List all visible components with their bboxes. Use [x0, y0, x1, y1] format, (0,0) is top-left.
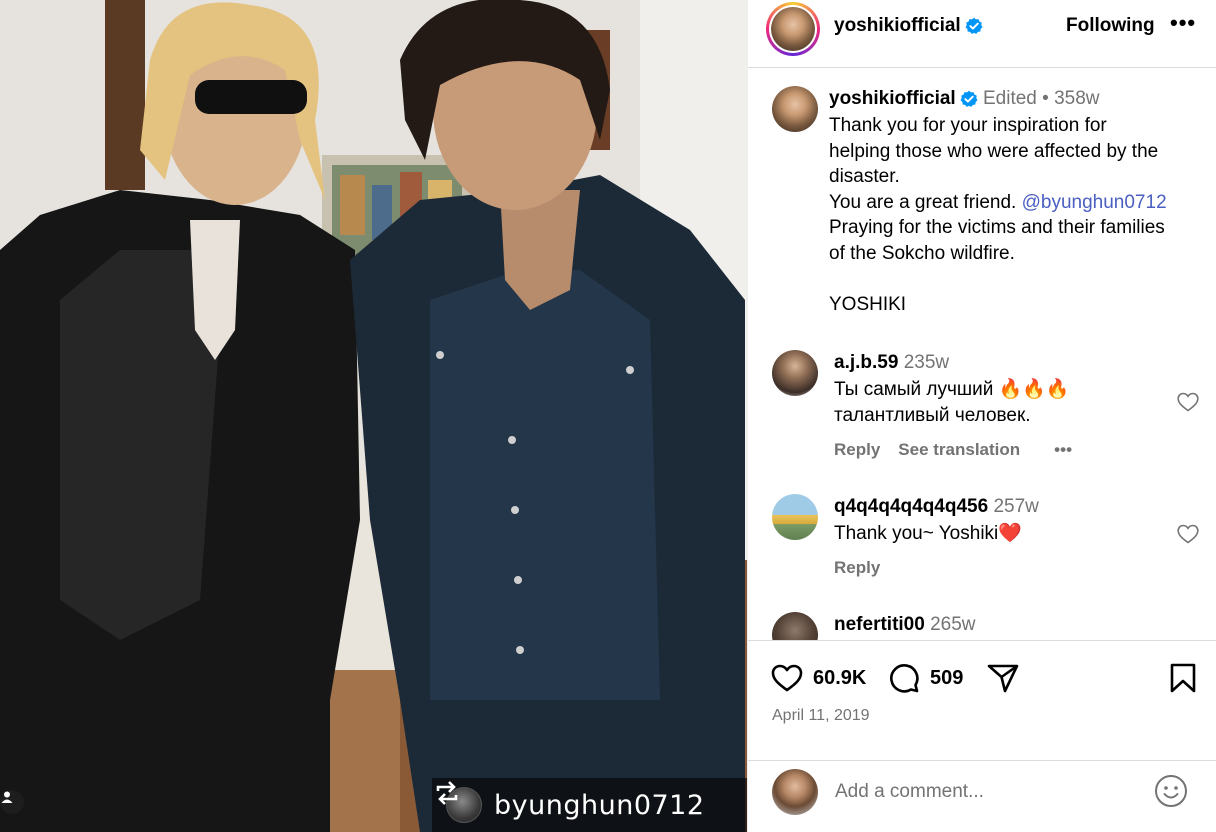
see-translation-button[interactable]: See translation — [898, 440, 1020, 459]
comment-more-icon[interactable]: ••• — [1054, 440, 1072, 459]
following-button[interactable]: Following — [1066, 15, 1155, 37]
caption-line: disaster. — [829, 166, 900, 187]
person-icon — [1, 791, 13, 803]
comment-like-icon[interactable] — [1176, 390, 1200, 414]
bookmark-icon[interactable] — [1166, 661, 1200, 695]
repost-handle[interactable]: byunghun0712 — [494, 790, 705, 821]
post-date[interactable]: April 11, 2019 — [772, 707, 870, 725]
comment-text: Thank you~ Yoshiki❤️ — [834, 521, 1022, 547]
caption-age[interactable]: 358w — [1054, 88, 1099, 109]
comment-line: Thank you~ Yoshiki❤️ — [834, 523, 1022, 544]
post-header: yoshikiofficial Following ••• — [748, 0, 1216, 68]
caption-line-text: You are a great friend. — [829, 191, 1017, 213]
post-photo[interactable]: byunghun0712 — [0, 0, 747, 832]
caption-line: YOSHIKI — [829, 293, 907, 315]
comment-meta: nefertiti00 265w — [834, 614, 976, 636]
more-options-icon[interactable]: ••• — [1170, 10, 1196, 36]
caption-username[interactable]: yoshikiofficial — [829, 88, 956, 109]
repost-icon — [436, 781, 458, 805]
comment-line: Ты самый лучший 🔥🔥🔥 — [834, 379, 1070, 400]
comment-meta: q4q4q4q4q4q456 257w — [834, 496, 1039, 518]
comment-line: талантливый человек. — [834, 404, 1031, 426]
comment-username[interactable]: nefertiti00 — [834, 614, 925, 635]
comment-meta: a.j.b.59 235w — [834, 352, 949, 374]
author-avatar-image — [771, 7, 815, 51]
meta-separator: • — [1042, 88, 1049, 109]
comment-icon[interactable] — [887, 661, 921, 695]
comment-item: nefertiti00 265w — [772, 612, 1212, 640]
comment-username[interactable]: a.j.b.59 — [834, 352, 898, 373]
comment-age[interactable]: 265w — [930, 614, 975, 635]
comment-input[interactable] — [835, 779, 1155, 805]
comment-avatar[interactable] — [772, 612, 818, 640]
verified-icon — [965, 17, 983, 34]
viewer-avatar[interactable] — [772, 769, 818, 815]
caption-line: Praying for the victims and their famili… — [829, 217, 1165, 238]
repost-badge[interactable]: byunghun0712 — [432, 778, 747, 832]
comment-username[interactable]: q4q4q4q4q4q456 — [834, 496, 988, 517]
reply-button[interactable]: Reply — [834, 440, 880, 459]
caption-line: You are a great friend. @byunghun0712 — [829, 190, 1209, 216]
heart-icon[interactable] — [770, 661, 804, 695]
post-actions-bar: 60.9K 509 April 11, 2019 — [748, 640, 1216, 760]
reply-button[interactable]: Reply — [834, 558, 880, 577]
comment-text: Ты самый лучший 🔥🔥🔥 талантливый человек. — [834, 377, 1070, 428]
comment-avatar[interactable] — [772, 350, 818, 396]
people-tag-icon[interactable] — [0, 790, 24, 814]
caption-avatar[interactable] — [772, 86, 818, 132]
author-username[interactable]: yoshikiofficial — [834, 15, 983, 37]
post-sidebar: yoshikiofficial Following ••• yoshikioff… — [747, 0, 1216, 832]
like-count[interactable]: 60.9K — [813, 667, 866, 690]
comment-count[interactable]: 509 — [930, 667, 963, 690]
caption-line: helping those who were affected by the — [829, 140, 1159, 162]
comment-composer — [748, 760, 1216, 832]
share-icon[interactable] — [986, 661, 1020, 695]
emoji-icon[interactable] — [1153, 773, 1189, 809]
caption-line: Thank you for your inspiration for — [829, 115, 1107, 136]
author-avatar[interactable] — [766, 2, 820, 56]
comment-age[interactable]: 257w — [993, 496, 1038, 517]
caption-line: of the Sokcho wildfire. — [829, 242, 1015, 264]
author-username-text[interactable]: yoshikiofficial — [834, 15, 961, 36]
edited-label: Edited — [982, 88, 1037, 109]
comment-actions: Reply See translation ••• — [834, 440, 1090, 460]
mention-link[interactable]: @byunghun0712 — [1022, 192, 1167, 213]
comment-actions: Reply — [834, 558, 898, 578]
caption-meta: yoshikiofficial Edited • 358w — [829, 88, 1100, 110]
photo-illustration — [0, 0, 747, 832]
verified-icon — [960, 90, 978, 107]
comment-like-icon[interactable] — [1176, 522, 1200, 546]
comment-avatar[interactable] — [772, 494, 818, 540]
caption-text: Thank you for your inspiration for helpi… — [829, 113, 1209, 317]
comment-age[interactable]: 235w — [904, 352, 949, 373]
